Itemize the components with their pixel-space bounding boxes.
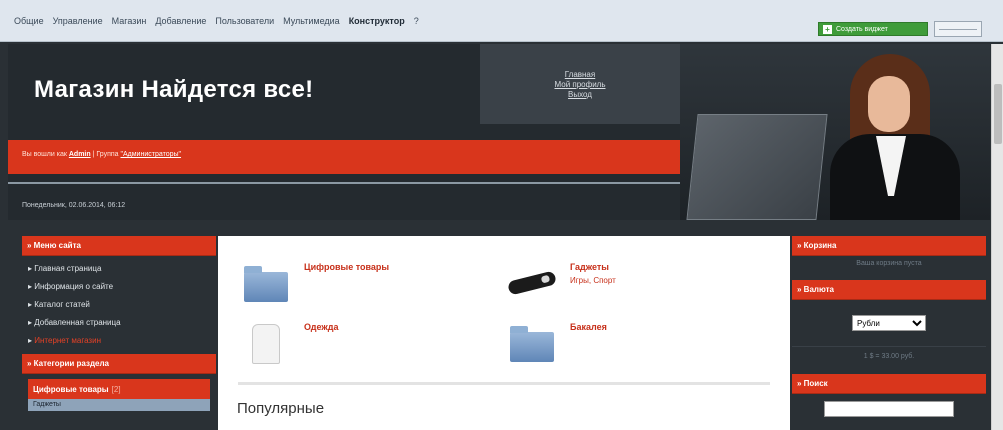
logged-in-text: Вы вошли как Admin | Группа "Администрат… [22, 151, 182, 158]
category-card[interactable]: Гаджеты Игры, Спорт [506, 258, 746, 308]
admin-menu-management[interactable]: Управление [53, 16, 103, 26]
page-scrollbar[interactable] [991, 44, 1003, 430]
laptop-illustration [686, 114, 828, 220]
link-profile[interactable]: Мой профиль [554, 80, 605, 89]
panel-toggle[interactable] [934, 21, 982, 37]
category-item-active[interactable]: Цифровые товары [2] [28, 379, 210, 399]
admin-menu-add[interactable]: Добавление [155, 16, 206, 26]
folder-icon [506, 318, 556, 368]
exchange-rate: 1 $ = 33.00 руб. [792, 346, 986, 366]
category-card[interactable]: Одежда [240, 318, 480, 368]
link-home[interactable]: Главная [565, 70, 595, 79]
category-name[interactable]: Цифровые товары [304, 262, 389, 272]
search-box [792, 394, 986, 424]
currency-selector: Рубли [792, 300, 986, 346]
popular-heading: Популярные [237, 400, 325, 417]
category-subs[interactable]: Игры, Спорт [570, 276, 616, 285]
currency-select[interactable]: Рубли [852, 315, 926, 331]
category-name[interactable]: Гаджеты [570, 262, 609, 272]
cart-empty-text: Ваша корзина пуста [856, 260, 922, 267]
admin-menu-general[interactable]: Общие [14, 16, 44, 26]
date-text: Понедельник, 02.06.2014, 06:12 [22, 202, 126, 209]
admin-menu-constructor[interactable]: Конструктор [349, 16, 405, 26]
admin-menu-users[interactable]: Пользователи [215, 16, 274, 26]
category-count: [2] [111, 384, 121, 394]
gadget-icon [506, 258, 557, 308]
group-link[interactable]: "Администраторы" [121, 151, 182, 158]
category-sub-item[interactable]: Гаджеты [28, 399, 210, 411]
admin-menu-help[interactable]: ? [414, 16, 419, 26]
search-input[interactable] [824, 401, 954, 417]
header-links: Главная Мой профиль Выход [480, 44, 680, 124]
link-logout[interactable]: Выход [568, 90, 592, 99]
menu-item-home[interactable]: Главная страница [28, 260, 216, 278]
site-menu: Главная страница Информация о сайте Ката… [22, 256, 216, 352]
left-sidebar: » Меню сайта Главная страница Информация… [22, 236, 216, 430]
user-link[interactable]: Admin [69, 151, 91, 158]
menu-item-added-page[interactable]: Добавленная страница [28, 314, 216, 332]
main-content: Цифровые товары Гаджеты Игры, Спорт Одеж… [218, 236, 790, 430]
shirt-icon [240, 318, 290, 368]
menu-title: » Меню сайта [22, 236, 216, 256]
currency-title: » Валюта [792, 280, 986, 300]
menu-item-articles[interactable]: Каталог статей [28, 296, 216, 314]
search-title: » Поиск [792, 374, 986, 394]
menu-item-about[interactable]: Информация о сайте [28, 278, 216, 296]
menu-item-shop[interactable]: Интернет магазин [28, 332, 216, 350]
scrollbar-thumb[interactable] [994, 84, 1002, 144]
site-header: Магазин Найдется все! Главная Мой профил… [8, 44, 990, 220]
create-widget-label: Создать виджет [836, 25, 888, 33]
header-banner-image [680, 44, 990, 220]
right-sidebar: » Корзина Ваша корзина пуста » Валюта Ру… [792, 236, 986, 430]
category-name[interactable]: Одежда [304, 322, 338, 332]
site-title: Магазин Найдется все! [34, 76, 314, 103]
admin-menu: Общие Управление Магазин Добавление Поль… [14, 0, 419, 42]
create-widget-button[interactable]: + Создать виджет [818, 22, 928, 36]
admin-menu-multimedia[interactable]: Мультимедиа [283, 16, 340, 26]
admin-menu-shop[interactable]: Магазин [112, 16, 147, 26]
categories-title: » Категории раздела [22, 354, 216, 374]
cart-title: » Корзина [792, 236, 986, 256]
categories-list: Цифровые товары [2] Гаджеты [22, 374, 216, 411]
content-divider [238, 382, 770, 385]
plus-icon: + [823, 24, 832, 34]
woman-illustration [868, 76, 910, 132]
folder-icon [240, 258, 290, 308]
category-card[interactable]: Бакалея [506, 318, 746, 368]
category-card[interactable]: Цифровые товары [240, 258, 480, 308]
admin-toolbar: Общие Управление Магазин Добавление Поль… [0, 0, 1003, 42]
category-name[interactable]: Бакалея [570, 322, 607, 332]
